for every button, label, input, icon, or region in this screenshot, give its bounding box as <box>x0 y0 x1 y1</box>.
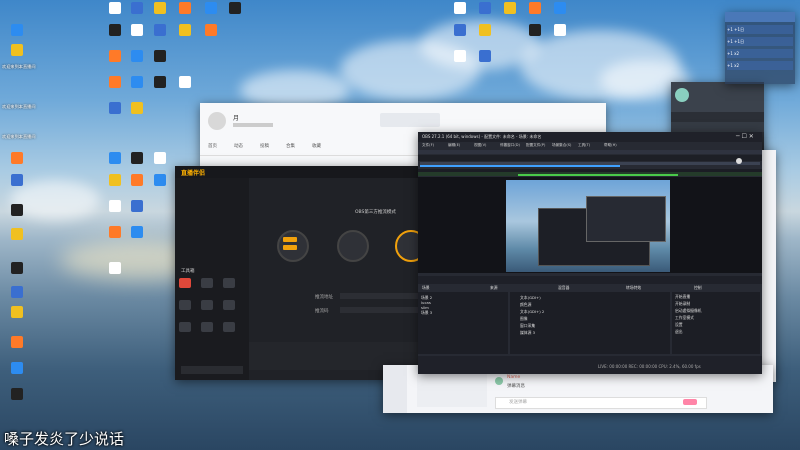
desktop-notice-3: 欢迎来到本直播间 <box>2 134 36 139</box>
profile-nav-item-3[interactable]: 合集 <box>286 143 295 149</box>
window-controls[interactable]: ─ ☐ ✕ <box>736 133 754 140</box>
source-item-1[interactable]: 颜色源 <box>520 302 531 308</box>
tool-icon[interactable] <box>179 300 191 310</box>
avatar <box>675 88 689 102</box>
obs-dock-title-1: 来源 <box>490 285 498 290</box>
streamer-tool-window: 直播伴侣 工具箱 OBS第三方推流模式 推流地址 推流码 <box>175 166 423 380</box>
obs-menu-item-4[interactable]: 配置文件(P) <box>526 143 545 148</box>
desktop-icon[interactable] <box>545 2 575 14</box>
obs-menu-item-0[interactable]: 文件(F) <box>422 143 434 148</box>
obs-control-button-2[interactable]: 启动虚拟摄像机 <box>675 308 702 314</box>
desktop-icon[interactable] <box>2 24 32 36</box>
tool-icon[interactable] <box>223 322 235 332</box>
chat-user-name: Name <box>507 375 521 380</box>
obs-menu-item-3[interactable]: 停靠窗口(D) <box>500 143 520 148</box>
tool-icon[interactable] <box>201 300 213 310</box>
desktop-icon[interactable] <box>470 24 500 36</box>
tool-icon[interactable] <box>179 322 191 332</box>
profile-name: 月 <box>233 115 240 122</box>
obs-control-button-4[interactable]: 设置 <box>675 322 683 328</box>
source-item-4[interactable]: 窗口采集 <box>520 323 535 329</box>
desktop-icon[interactable] <box>2 228 32 240</box>
obs-dock-title-4: 控制 <box>694 285 702 290</box>
obs-title: OBS 27.2.1 (64 bit, windows) - 配置文件: 未命名… <box>422 134 542 139</box>
desktop-notice-1: 欢迎来到本直播间 <box>2 64 36 69</box>
source-item-2[interactable]: 文本(GDI+) 2 <box>520 309 544 315</box>
desktop-icon[interactable] <box>145 152 175 164</box>
source-item-0[interactable]: 文本(GDI+) <box>520 295 541 301</box>
desktop-icon[interactable] <box>196 24 226 36</box>
obs-menu-item-5[interactable]: 场景集合(S) <box>552 143 571 148</box>
speaker-icon[interactable] <box>736 158 742 164</box>
gift-row: +1 +1日 <box>727 25 793 34</box>
obs-control-button-1[interactable]: 开始录制 <box>675 301 690 307</box>
obs-status: LIVE: 00:00:00 REC: 00:00:00 CPU: 2.4%, … <box>598 364 701 369</box>
tool-icon[interactable] <box>201 278 213 288</box>
chat-message: 弹幕消息 <box>507 384 525 389</box>
profile-nav-item-0[interactable]: 首页 <box>208 143 217 149</box>
profile-nav-item-2[interactable]: 投稿 <box>260 143 269 149</box>
source-item-3[interactable]: 图像 <box>520 316 528 322</box>
toolbox-label: 工具箱 <box>181 269 195 274</box>
desktop-icon[interactable] <box>2 306 32 318</box>
desktop-icon[interactable] <box>2 336 32 348</box>
desktop-icon[interactable] <box>2 174 32 186</box>
stream-url-label: 推流地址 <box>315 295 333 300</box>
desktop-icon[interactable] <box>220 2 250 14</box>
desktop-icon[interactable] <box>2 388 32 400</box>
app-title: 直播伴侣 <box>181 170 206 177</box>
mode-label: OBS第三方推流模式 <box>355 210 396 215</box>
obs-control-button-3[interactable]: 工作室模式 <box>675 315 694 321</box>
gift-row: +1 +1日 <box>727 37 793 46</box>
tool-icon[interactable] <box>201 322 213 332</box>
obs-dock-title-0: 场景 <box>422 285 430 290</box>
desktop-icon[interactable] <box>145 174 175 186</box>
obs-menu-item-2[interactable]: 视图(V) <box>474 143 486 148</box>
desktop-icon[interactable] <box>2 152 32 164</box>
obs-menu-item-1[interactable]: 编辑(E) <box>448 143 460 148</box>
profile-nav-item-4[interactable]: 收藏 <box>312 143 321 149</box>
gift-row: +1 x2 <box>727 61 793 70</box>
obs-control-button-0[interactable]: 开始直播 <box>675 294 690 300</box>
stream-key-label: 推流码 <box>315 309 329 314</box>
desktop-notice-2: 欢迎来到本直播间 <box>2 104 36 109</box>
desktop-icon[interactable] <box>122 102 152 114</box>
desktop-icon[interactable] <box>545 24 575 36</box>
profile-nav-item-1[interactable]: 动态 <box>234 143 243 149</box>
obs-window: OBS 27.2.1 (64 bit, windows) - 配置文件: 未命名… <box>418 132 762 374</box>
obs-menu-item-6[interactable]: 工具(T) <box>578 143 590 148</box>
stream-key-field[interactable] <box>340 307 420 313</box>
desktop-icon[interactable] <box>122 226 152 238</box>
desktop-icon[interactable] <box>145 50 175 62</box>
tool-icon[interactable] <box>179 278 191 288</box>
obs-control-button-5[interactable]: 退出 <box>675 329 683 335</box>
scene-item-3[interactable]: 场景 3 <box>421 310 432 316</box>
gift-row: +1 x2 <box>727 49 793 58</box>
caption-overlay: 嗓子发炎了少说话 <box>4 430 125 448</box>
source-item-5[interactable]: 媒体源 3 <box>520 330 535 336</box>
desktop-icon[interactable] <box>122 200 152 212</box>
obs-menu-item-7[interactable]: 帮助(H) <box>604 143 617 148</box>
desktop-icon[interactable] <box>100 262 130 274</box>
desktop-icon[interactable] <box>170 76 200 88</box>
desktop-icon[interactable] <box>2 44 32 56</box>
send-button[interactable] <box>683 399 697 405</box>
gift-panel: +1 +1日 +1 +1日 +1 x2 +1 x2 <box>725 12 795 84</box>
desktop-icon[interactable] <box>2 286 32 298</box>
desktop-icon[interactable] <box>2 262 32 274</box>
tool-icon[interactable] <box>223 278 235 288</box>
avatar[interactable] <box>208 112 226 130</box>
tool-icon[interactable] <box>223 300 235 310</box>
obs-dock-title-2: 混音器 <box>558 285 570 290</box>
avatar <box>495 377 503 385</box>
chat-input-placeholder: 发送弹幕 <box>509 400 527 405</box>
desktop-icon[interactable] <box>2 362 32 374</box>
scenes-list[interactable] <box>418 292 508 354</box>
obs-dock-title-3: 转场特效 <box>626 285 642 290</box>
desktop-icon[interactable] <box>470 50 500 62</box>
stream-url-field[interactable] <box>340 293 420 299</box>
desktop-icon[interactable] <box>2 204 32 216</box>
